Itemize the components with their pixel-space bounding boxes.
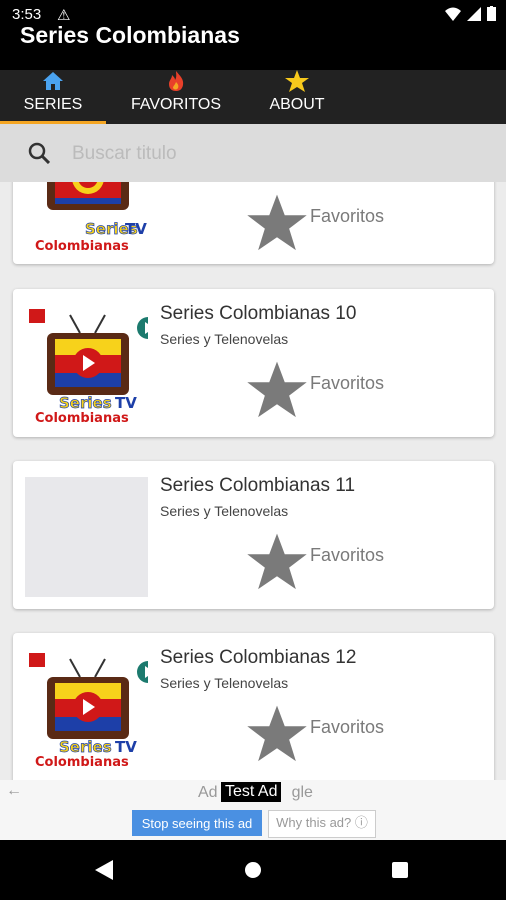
search-bar	[0, 124, 506, 182]
favorite-star-icon[interactable]	[246, 359, 308, 421]
thumb-text: TV	[115, 738, 137, 756]
tab-label: ABOUT	[269, 96, 325, 113]
series-thumbnail: Series TV Colombianas	[25, 182, 148, 258]
thumb-text: TV	[115, 394, 137, 412]
card-subtitle: Series y Telenovelas	[160, 675, 289, 691]
tab-label: FAVORITOS	[130, 96, 222, 113]
wifi-icon	[445, 7, 461, 21]
fire-icon	[120, 70, 232, 96]
card-title: Series Colombianas 11	[160, 475, 356, 496]
ad-banner[interactable]: ← Ad gle Test Ad Stop seeing this ad Why …	[0, 780, 506, 840]
series-list[interactable]: Series TV Colombianas Favoritos Series T…	[0, 182, 506, 780]
thumb-text: Colombianas	[35, 755, 129, 769]
thumb-text: Series	[59, 738, 112, 756]
play-icon[interactable]	[137, 317, 148, 339]
search-input[interactable]	[70, 138, 474, 170]
thumb-text: Colombianas	[35, 411, 129, 425]
favorite-label[interactable]: Favoritos	[310, 373, 384, 394]
card-title: Series Colombianas 12	[160, 647, 357, 668]
series-card[interactable]: Series TV Colombianas Series Colombianas…	[13, 289, 494, 437]
series-thumbnail-placeholder	[25, 477, 148, 597]
series-thumbnail: Series TV Colombianas	[25, 649, 148, 769]
card-subtitle: Series y Telenovelas	[160, 503, 289, 519]
tab-favoritos[interactable]: FAVORITOS	[120, 70, 232, 124]
tab-label: SERIES	[23, 96, 83, 113]
tab-about[interactable]: ABOUT	[250, 70, 344, 124]
favorite-star-icon[interactable]	[246, 192, 308, 254]
battery-icon	[487, 6, 496, 21]
card-title: Series Colombianas 10	[160, 303, 357, 324]
favorite-star-icon[interactable]	[246, 531, 308, 593]
series-card[interactable]: Series Colombianas 11 Series y Telenovel…	[13, 461, 494, 609]
card-subtitle: Series y Telenovelas	[160, 331, 289, 347]
series-card[interactable]: Series TV Colombianas Series Colombianas…	[13, 633, 494, 780]
tab-bar: SERIES FAVORITOS ABOUT	[0, 70, 506, 124]
thumb-text: Series	[59, 394, 112, 412]
favorite-star-icon[interactable]	[246, 703, 308, 765]
star-icon	[250, 70, 344, 96]
favorite-label[interactable]: Favoritos	[310, 206, 384, 227]
tab-series[interactable]: SERIES	[0, 70, 106, 124]
play-icon[interactable]	[137, 661, 148, 683]
back-icon[interactable]	[95, 860, 113, 880]
why-this-ad-button[interactable]: Why this ad? ⓘ	[268, 810, 376, 838]
app-title: Series Colombianas	[20, 22, 240, 48]
favorite-label[interactable]: Favoritos	[310, 717, 384, 738]
system-nav-bar	[0, 840, 506, 900]
series-card[interactable]: Series TV Colombianas Favoritos	[13, 182, 494, 264]
favorite-label[interactable]: Favoritos	[310, 545, 384, 566]
back-arrow-icon[interactable]: ←	[6, 782, 22, 800]
app-bar: Series Colombianas	[0, 22, 506, 70]
recents-icon[interactable]	[392, 862, 408, 878]
thumb-text: TV	[125, 220, 147, 238]
home-button-icon[interactable]	[245, 862, 261, 878]
status-time: 3:53	[12, 6, 42, 23]
signal-icon	[467, 6, 481, 21]
search-icon[interactable]	[28, 142, 50, 164]
series-thumbnail: Series TV Colombianas	[25, 305, 148, 425]
thumb-text: Colombianas	[35, 239, 129, 254]
home-icon	[0, 70, 106, 96]
test-ad-label: Test Ad	[221, 782, 282, 802]
stop-seeing-ad-button[interactable]: Stop seeing this ad	[132, 810, 262, 836]
